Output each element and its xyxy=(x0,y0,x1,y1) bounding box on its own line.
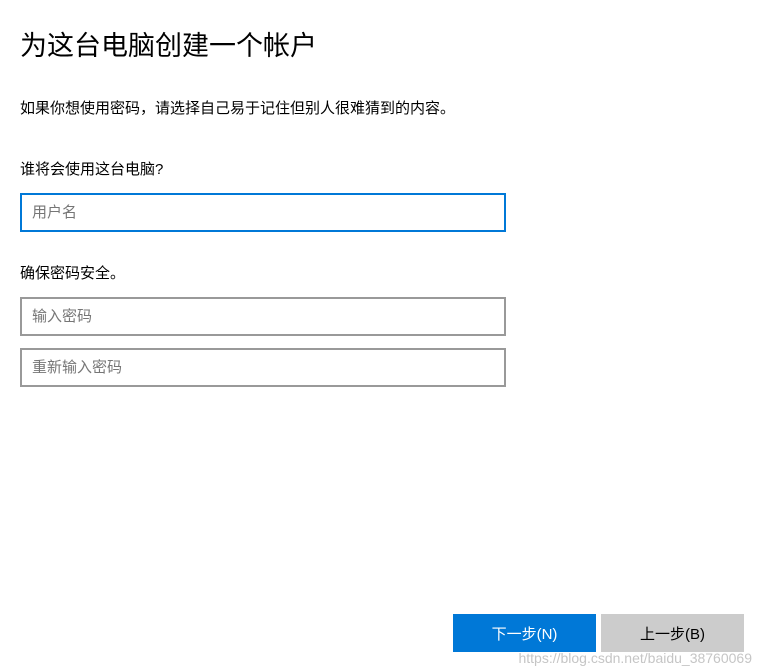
password-section-label: 确保密码安全。 xyxy=(20,262,742,283)
description-text: 如果你想使用密码，请选择自己易于记住但别人很难猜到的内容。 xyxy=(20,97,742,118)
who-section-label: 谁将会使用这台电脑? xyxy=(20,158,742,179)
button-bar: 下一步(N) 上一步(B) xyxy=(453,614,744,652)
back-button[interactable]: 上一步(B) xyxy=(601,614,744,652)
page-title: 为这台电脑创建一个帐户 xyxy=(20,24,742,63)
next-button[interactable]: 下一步(N) xyxy=(453,614,596,652)
password-input[interactable] xyxy=(20,297,506,336)
watermark-text: https://blog.csdn.net/baidu_38760069 xyxy=(518,650,752,666)
confirm-password-input[interactable] xyxy=(20,348,506,387)
username-input[interactable] xyxy=(20,193,506,232)
